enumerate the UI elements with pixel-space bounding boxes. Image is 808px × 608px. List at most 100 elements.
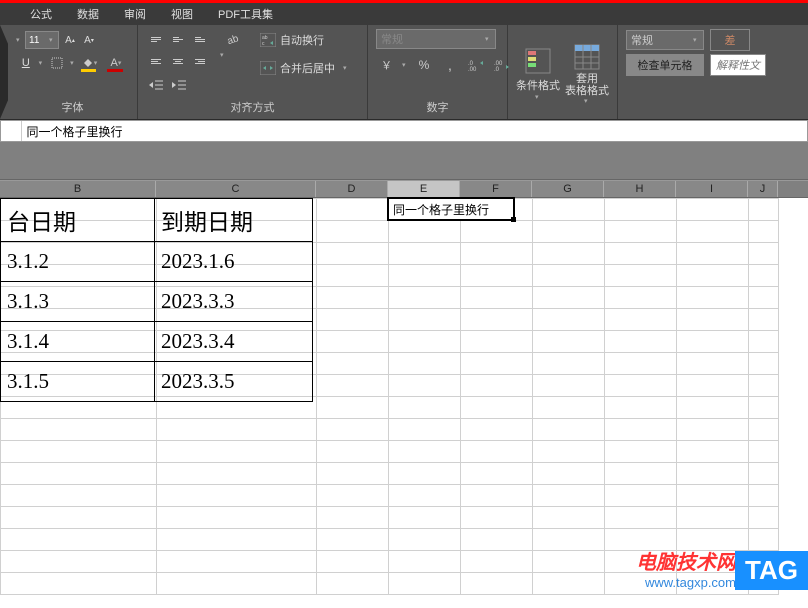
cell[interactable] [461,529,533,551]
indent-increase-icon[interactable] [169,75,189,95]
align-top-icon[interactable] [146,29,166,49]
menu-data[interactable]: 数据 [77,6,99,22]
cell[interactable] [461,243,533,265]
cell[interactable] [605,353,677,375]
cell[interactable] [677,221,749,243]
cell[interactable] [389,331,461,353]
font-size-input[interactable]: 11▾ [25,31,59,49]
cell[interactable] [605,199,677,221]
cell[interactable] [749,331,779,353]
cell[interactable] [677,353,749,375]
cell[interactable] [605,287,677,309]
cell[interactable] [317,551,389,573]
cell[interactable] [749,507,779,529]
cell[interactable] [605,309,677,331]
cell[interactable] [317,265,389,287]
cell[interactable] [749,485,779,507]
cell[interactable] [533,287,605,309]
cell[interactable] [317,441,389,463]
cell[interactable] [389,309,461,331]
cell[interactable] [677,309,749,331]
indent-decrease-icon[interactable] [146,75,166,95]
cell[interactable] [317,463,389,485]
cell[interactable] [749,243,779,265]
cell[interactable] [533,463,605,485]
cell[interactable] [461,221,533,243]
cell[interactable] [1,419,157,441]
cell[interactable] [317,243,389,265]
style-check-cell[interactable]: 检查单元格 [626,54,704,76]
font-color-button[interactable]: A ▾ [105,54,129,72]
cell[interactable] [1,485,157,507]
table-format-button[interactable]: 套用 表格格式▾ [565,39,609,105]
align-left-icon[interactable] [146,51,166,71]
align-right-icon[interactable] [190,51,210,71]
cell[interactable] [605,331,677,353]
menu-pdf[interactable]: PDF工具集 [218,6,273,22]
wrap-text-button[interactable]: abc 自动换行 [256,29,353,51]
align-bottom-icon[interactable] [190,29,210,49]
cell[interactable] [389,287,461,309]
cell[interactable] [749,463,779,485]
cell[interactable] [677,331,749,353]
cell[interactable] [533,419,605,441]
cell[interactable] [677,199,749,221]
cell[interactable] [389,221,461,243]
cell[interactable] [461,507,533,529]
style-bad[interactable]: 差 [710,29,750,51]
active-cell[interactable]: 同一个格子里换行 [387,197,515,221]
cell[interactable] [157,507,317,529]
cell[interactable] [1,507,157,529]
increase-decimal-icon[interactable]: .0.00 [466,55,486,75]
cell[interactable] [157,441,317,463]
merge-center-button[interactable]: 合并后居中▾ [256,57,353,79]
cell[interactable] [605,243,677,265]
cell[interactable] [389,551,461,573]
cell[interactable] [461,551,533,573]
cell[interactable] [677,287,749,309]
cell[interactable] [749,397,779,419]
cell[interactable] [749,419,779,441]
cell[interactable] [605,375,677,397]
cell[interactable] [533,375,605,397]
cell[interactable] [677,441,749,463]
cell[interactable] [389,507,461,529]
cell[interactable] [389,397,461,419]
cell[interactable] [533,199,605,221]
cell[interactable] [461,573,533,595]
cell[interactable] [605,221,677,243]
column-header-F[interactable]: F [460,181,532,197]
cell[interactable] [317,331,389,353]
cell[interactable] [749,353,779,375]
menu-review[interactable]: 审阅 [124,6,146,22]
cell[interactable] [677,419,749,441]
number-format-dropdown[interactable]: 常规▾ [376,29,496,49]
cell[interactable] [157,573,317,595]
cell[interactable] [317,529,389,551]
cell[interactable] [461,265,533,287]
fill-handle[interactable] [511,217,516,222]
cell[interactable] [461,485,533,507]
cell[interactable] [317,573,389,595]
cell[interactable] [157,463,317,485]
cell[interactable] [389,573,461,595]
cell[interactable] [1,573,157,595]
underline-button[interactable]: U [16,53,36,73]
cell[interactable] [461,397,533,419]
cell[interactable] [605,485,677,507]
cell[interactable] [677,397,749,419]
cell[interactable] [533,507,605,529]
cell[interactable] [157,485,317,507]
menu-view[interactable]: 视图 [171,6,193,22]
cell[interactable] [677,265,749,287]
cell[interactable] [317,309,389,331]
cell[interactable] [677,375,749,397]
cell[interactable] [605,397,677,419]
cell[interactable] [1,529,157,551]
cell[interactable] [749,375,779,397]
cell[interactable] [389,441,461,463]
cell[interactable] [461,331,533,353]
increase-font-icon[interactable]: A▴ [62,32,78,48]
cell[interactable] [317,375,389,397]
cell[interactable] [317,287,389,309]
